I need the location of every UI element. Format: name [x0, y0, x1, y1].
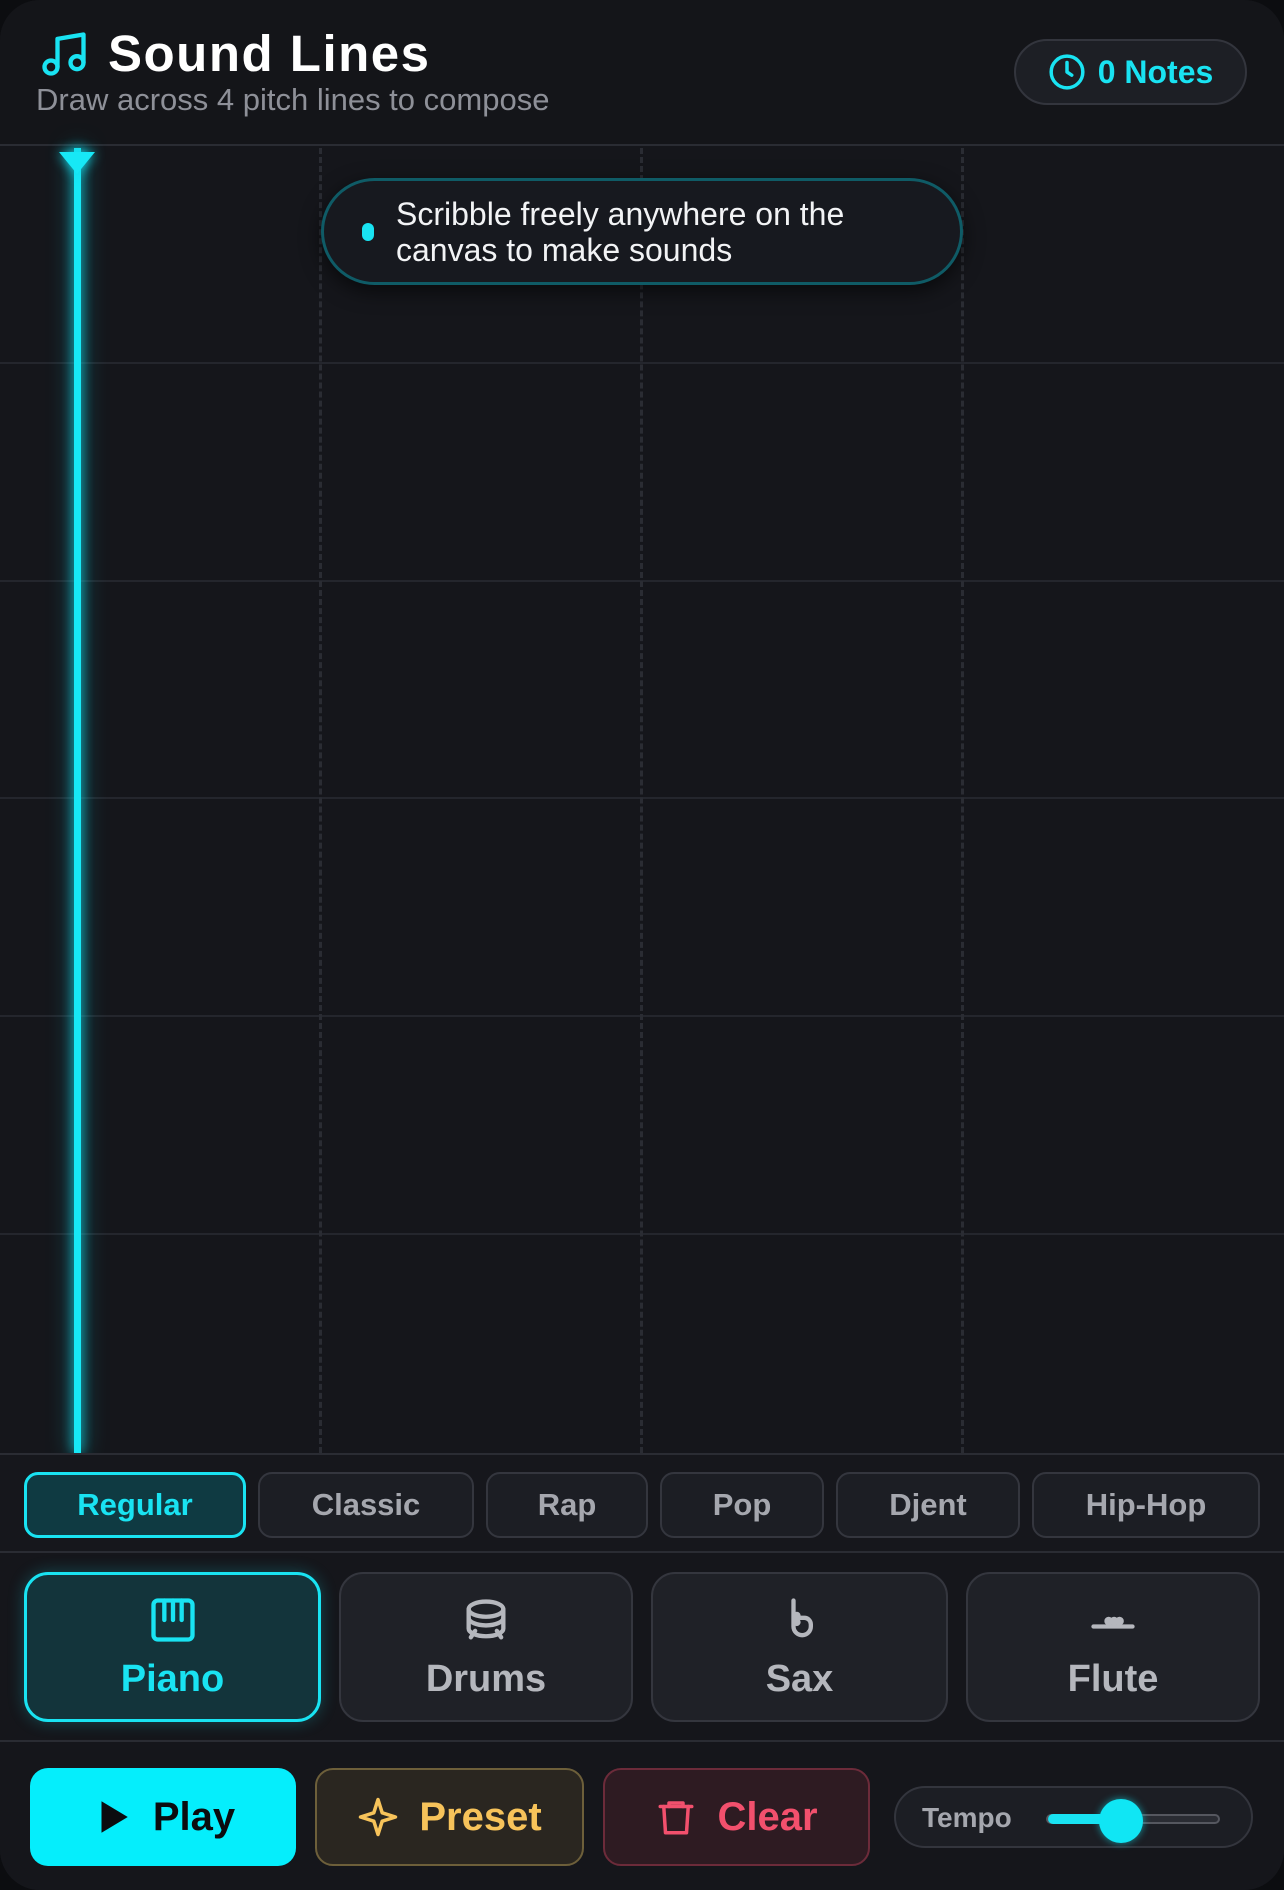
instrument-label: Flute: [1067, 1657, 1159, 1700]
notes-counter[interactable]: 0 Notes: [1014, 39, 1247, 105]
beat-divider: [961, 148, 964, 1453]
clear-button[interactable]: Clear: [603, 1768, 870, 1866]
play-button[interactable]: Play: [30, 1768, 296, 1866]
drawing-canvas[interactable]: Scribble freely anywhere on the canvas t…: [0, 148, 1284, 1453]
tempo-slider-knob[interactable]: [1099, 1799, 1143, 1843]
genre-classic[interactable]: Classic: [258, 1472, 474, 1538]
notes-count-label: 0 Notes: [1097, 53, 1214, 90]
sparkle-icon: [359, 1797, 398, 1837]
genre-hip-hop[interactable]: Hip-Hop: [1032, 1472, 1260, 1538]
header: Sound Lines Draw across 4 pitch lines to…: [0, 0, 1284, 146]
app-window: Sound Lines Draw across 4 pitch lines to…: [0, 0, 1284, 1890]
flute-icon: [1091, 1616, 1135, 1629]
genre-pop[interactable]: Pop: [660, 1472, 824, 1538]
genre-regular[interactable]: Regular: [24, 1472, 246, 1538]
playhead[interactable]: [74, 148, 81, 1453]
genre-djent[interactable]: Djent: [836, 1472, 1020, 1538]
app-title: Sound Lines: [108, 25, 431, 82]
instrument-label: Piano: [120, 1657, 225, 1700]
instrument-piano[interactable]: Piano: [24, 1572, 321, 1722]
clear-label: Clear: [717, 1794, 818, 1839]
piano-icon: [150, 1597, 195, 1642]
play-icon: [101, 1801, 128, 1833]
instrument-drums[interactable]: Drums: [339, 1572, 633, 1722]
title-row: Sound Lines: [38, 24, 431, 83]
app-subtitle: Draw across 4 pitch lines to compose: [36, 82, 550, 117]
instrument-label: Sax: [765, 1657, 834, 1700]
tempo-slider[interactable]: [1046, 1799, 1220, 1843]
instrument-sax[interactable]: Sax: [651, 1572, 948, 1722]
genre-selector: Regular Classic Rap Pop Djent Hip-Hop: [0, 1453, 1284, 1553]
beat-divider: [640, 148, 643, 1453]
play-label: Play: [152, 1794, 236, 1839]
trash-icon: [658, 1801, 694, 1835]
sax-icon: [790, 1597, 813, 1637]
instrument-flute[interactable]: Flute: [966, 1572, 1260, 1722]
music-note-icon: [42, 31, 86, 76]
beat-divider: [319, 148, 322, 1453]
playhead-handle[interactable]: [59, 152, 95, 174]
preset-button[interactable]: Preset: [315, 1768, 584, 1866]
hint-text: Scribble freely anywhere on the canvas t…: [396, 195, 845, 268]
instrument-label: Drums: [425, 1657, 547, 1700]
genre-rap[interactable]: Rap: [486, 1472, 648, 1538]
tempo-control: Tempo: [894, 1786, 1253, 1848]
drum-icon: [466, 1598, 506, 1639]
tempo-label: Tempo: [922, 1802, 1012, 1833]
instrument-selector: Piano Drums Sax Flute: [0, 1555, 1284, 1742]
preset-label: Preset: [419, 1794, 542, 1839]
clock-icon: [1049, 54, 1085, 90]
hint-tooltip: Scribble freely anywhere on the canvas t…: [321, 178, 963, 285]
control-bar: Play Preset Clear Tempo: [0, 1744, 1284, 1890]
hint-dot-icon: [362, 222, 374, 241]
